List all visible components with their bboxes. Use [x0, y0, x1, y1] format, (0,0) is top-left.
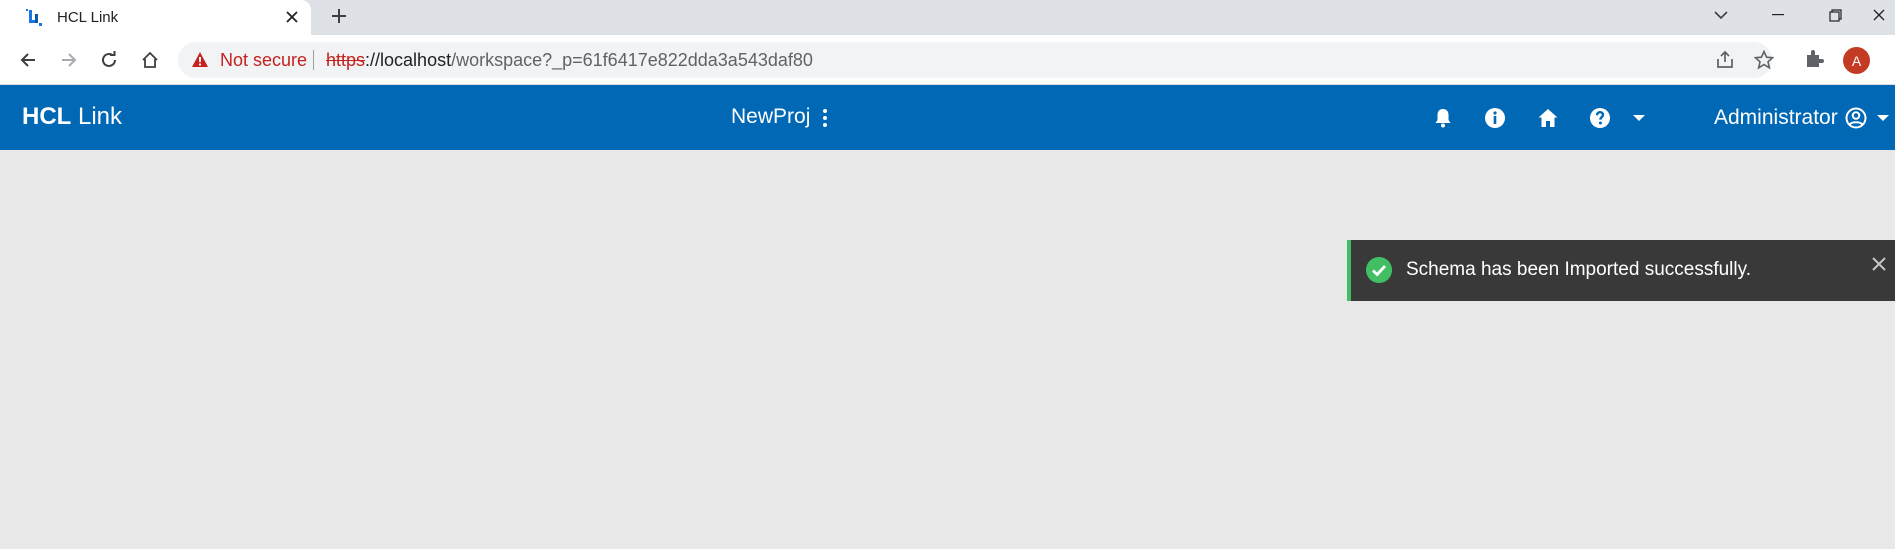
toast-close-icon[interactable]	[1869, 254, 1889, 274]
home-icon	[142, 51, 158, 68]
profile-avatar[interactable]: A	[1843, 47, 1870, 74]
url-scheme: https	[326, 50, 366, 70]
share-icon[interactable]	[1715, 50, 1735, 70]
project-name[interactable]: NewProj	[731, 105, 810, 129]
app-logo[interactable]: HCL Link	[22, 103, 122, 131]
user-name[interactable]: Administrator	[1714, 106, 1838, 130]
user-menu-chevron-down-icon[interactable]	[1871, 106, 1895, 130]
url-path: /workspace?_p=61f6417e822dda3a543daf80	[451, 50, 813, 70]
home-icon[interactable]	[1536, 106, 1560, 130]
back-icon	[20, 53, 35, 67]
url-host: ://localhost	[365, 50, 452, 70]
reload-button[interactable]	[96, 47, 122, 73]
project-menu-icon[interactable]	[820, 107, 830, 129]
forward-button[interactable]	[56, 47, 82, 73]
hcl-favicon-icon	[26, 9, 42, 26]
brand-light: Link	[78, 103, 123, 130]
forward-icon	[62, 53, 77, 67]
tab-search-chevron-icon[interactable]	[1698, 0, 1744, 30]
url-text[interactable]: https://localhost/workspace?_p=61f6417e8…	[326, 50, 813, 71]
reload-icon	[102, 51, 116, 67]
bell-icon[interactable]	[1431, 106, 1455, 130]
tab-title: HCL Link	[57, 9, 119, 26]
address-bar[interactable]: Not secure https://localhost/workspace?_…	[178, 42, 1774, 78]
browser-toolbar: Not secure https://localhost/workspace?_…	[0, 35, 1895, 85]
browser-tab[interactable]: HCL Link	[0, 0, 311, 35]
divider	[313, 50, 314, 70]
toast-message: Schema has been Imported successfully.	[1406, 259, 1751, 280]
minimize-button[interactable]	[1755, 0, 1801, 30]
restore-button[interactable]	[1812, 0, 1858, 30]
new-tab-button[interactable]	[327, 5, 351, 29]
tab-close-icon[interactable]	[282, 7, 302, 27]
info-icon[interactable]	[1483, 106, 1507, 130]
not-secure-label[interactable]: Not secure	[220, 50, 307, 71]
home-button[interactable]	[137, 47, 163, 73]
warning-icon	[192, 52, 208, 67]
brand-bold: HCL	[22, 103, 72, 130]
extensions-icon[interactable]	[1803, 48, 1825, 70]
success-toast: Schema has been Imported successfully.	[1347, 240, 1895, 301]
close-window-button[interactable]	[1862, 0, 1895, 30]
star-icon[interactable]	[1754, 50, 1774, 70]
user-circle-icon[interactable]	[1844, 106, 1868, 130]
app-header: HCL Link NewProj Administrator	[0, 85, 1895, 150]
browser-tab-strip: HCL Link	[0, 0, 1895, 35]
help-icon[interactable]	[1588, 106, 1612, 130]
back-button[interactable]	[15, 47, 41, 73]
check-circle-icon	[1366, 257, 1392, 283]
help-menu-chevron-down-icon[interactable]	[1627, 106, 1651, 130]
